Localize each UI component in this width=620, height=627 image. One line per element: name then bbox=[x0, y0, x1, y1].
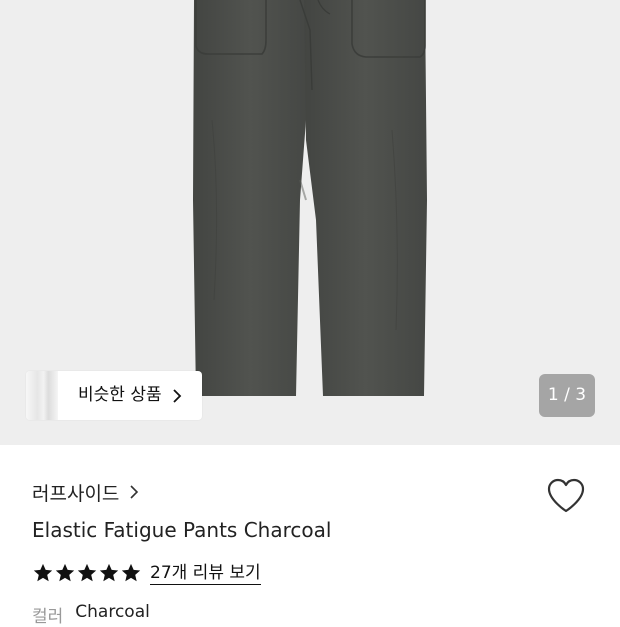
similar-products-button[interactable]: 비슷한 상품 bbox=[26, 371, 202, 420]
similar-product-thumbnail bbox=[26, 371, 58, 420]
product-image-gallery[interactable]: 비슷한 상품 1 / 3 bbox=[0, 0, 620, 445]
brand-name: 러프사이드 bbox=[32, 482, 120, 505]
star-icon bbox=[121, 563, 141, 582]
star-icon bbox=[99, 563, 119, 582]
chevron-right-icon bbox=[130, 485, 139, 499]
color-value: Charcoal bbox=[75, 602, 150, 622]
star-icon bbox=[55, 563, 75, 582]
brand-link[interactable]: 러프사이드 bbox=[32, 477, 139, 507]
product-title: Elastic Fatigue Pants Charcoal bbox=[32, 518, 332, 542]
rating-stars bbox=[32, 562, 142, 584]
color-info: 컬러 Charcoal bbox=[32, 602, 150, 627]
image-pager-indicator: 1 / 3 bbox=[539, 374, 595, 417]
rating-row: 27개 리뷰 보기 bbox=[32, 560, 261, 586]
similar-products-label: 비슷한 상품 bbox=[78, 385, 162, 405]
star-icon bbox=[33, 563, 53, 582]
star-icon bbox=[77, 563, 97, 582]
color-label: 컬러 bbox=[32, 607, 64, 627]
reviews-link[interactable]: 27개 리뷰 보기 bbox=[150, 562, 261, 585]
heart-outline-icon[interactable] bbox=[546, 478, 586, 514]
chevron-right-icon bbox=[173, 389, 182, 403]
